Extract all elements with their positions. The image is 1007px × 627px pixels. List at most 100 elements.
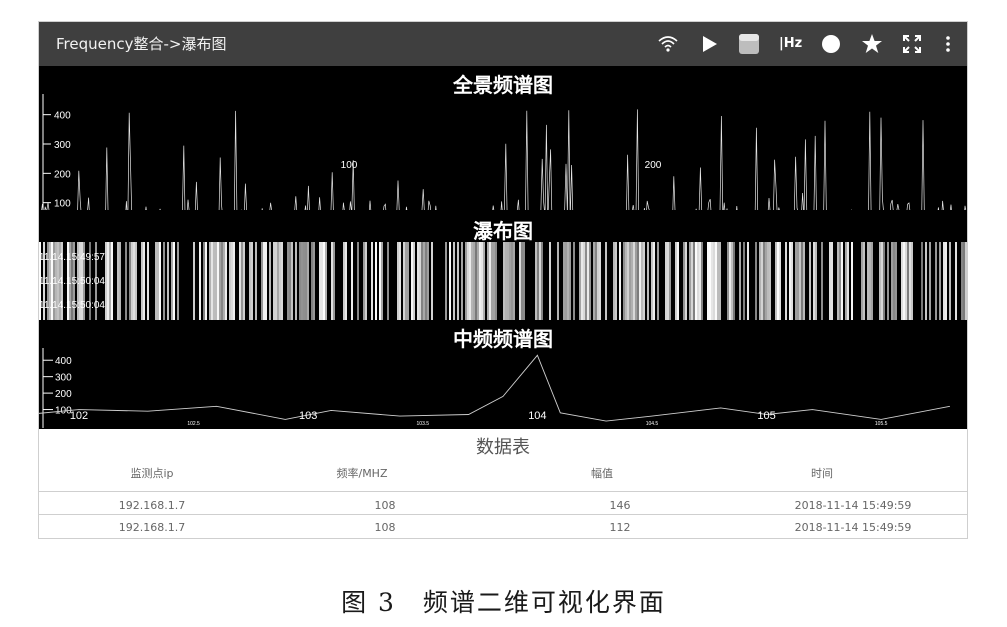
- waterfall-stripe: [739, 242, 741, 320]
- waterfall-stripe: [899, 242, 901, 320]
- waterfall-stripe: [227, 242, 229, 320]
- waterfall-stripe: [263, 242, 265, 320]
- waterfall-stripe: [647, 242, 649, 320]
- waterfall-stripe: [959, 242, 961, 320]
- waterfall-stripe: [151, 242, 153, 320]
- waterfall-stripe: [335, 242, 337, 320]
- waterfall-stripe: [189, 242, 191, 320]
- waterfall-stripe: [169, 242, 171, 320]
- waterfall-stripe: [695, 242, 697, 320]
- play-icon[interactable]: [698, 33, 720, 55]
- waterfall-stripe: [931, 242, 933, 320]
- waterfall-stripe: [205, 242, 207, 320]
- wifi-icon[interactable]: [657, 33, 679, 55]
- waterfall-stripe: [349, 242, 351, 320]
- square-icon[interactable]: [738, 33, 760, 55]
- waterfall-stripe: [859, 242, 861, 320]
- waterfall-stripe: [347, 242, 349, 320]
- waterfall-stripe: [507, 242, 509, 320]
- waterfall-stripe: [533, 242, 535, 320]
- waterfall-stripe: [495, 242, 497, 320]
- waterfall-stripe: [733, 242, 735, 320]
- waterfall-stripe: [407, 242, 409, 320]
- waterfall-stripe: [351, 242, 353, 320]
- waterfall-stripe: [541, 242, 543, 320]
- waterfall-stripe: [465, 242, 467, 320]
- waterfall-stripe: [919, 242, 921, 320]
- waterfall-stripe: [417, 242, 419, 320]
- waterfall-stripe: [941, 242, 943, 320]
- waterfall-stripe: [297, 242, 299, 320]
- waterfall-stripe: [517, 242, 519, 320]
- waterfall-stripe: [199, 242, 201, 320]
- waterfall-stripe: [947, 242, 949, 320]
- if-x-minor-label: 105.5: [875, 421, 888, 427]
- waterfall-stripe: [367, 242, 369, 320]
- waterfall-stripe: [129, 242, 131, 320]
- cell-frequency: 108: [374, 499, 396, 512]
- waterfall-stripe: [915, 242, 917, 320]
- waterfall-timestamp: 11.14.15:50:04: [39, 300, 105, 311]
- waterfall-stripe: [265, 242, 267, 320]
- waterfall-stripe: [235, 242, 237, 320]
- waterfall-stripe: [147, 242, 149, 320]
- hz-icon[interactable]: |Hz: [779, 33, 802, 55]
- waterfall-stripe: [283, 242, 285, 320]
- waterfall-stripe: [737, 242, 739, 320]
- waterfall-stripe: [705, 242, 707, 320]
- waterfall-stripe: [153, 242, 155, 320]
- waterfall-stripe: [661, 242, 663, 320]
- waterfall-stripe: [689, 242, 691, 320]
- waterfall-stripe: [743, 242, 745, 320]
- waterfall-stripe: [963, 242, 965, 320]
- fullscreen-icon[interactable]: [901, 33, 923, 55]
- waterfall-panel: 瀑布图 11.14.15:49:57 11.14.15:50:04 11.14.15…: [39, 210, 967, 320]
- waterfall-stripe: [961, 242, 963, 320]
- overview-x-tick-label: 100: [341, 160, 358, 171]
- waterfall-stripe: [325, 242, 327, 320]
- waterfall-stripe: [523, 242, 525, 320]
- waterfall-stripe: [529, 242, 531, 320]
- waterfall-stripe: [815, 242, 817, 320]
- more-icon[interactable]: [937, 33, 959, 55]
- waterfall-stripe: [573, 242, 575, 320]
- waterfall-stripe: [911, 242, 913, 320]
- row-divider: [39, 491, 967, 492]
- waterfall-stripe: [287, 242, 289, 320]
- waterfall-stripe: [201, 242, 203, 320]
- waterfall-stripe: [505, 242, 507, 320]
- waterfall-stripe: [671, 242, 673, 320]
- waterfall-stripe: [625, 242, 627, 320]
- if-x-tick-label: 105: [757, 410, 775, 422]
- waterfall-stripe: [583, 242, 585, 320]
- waterfall-stripe: [379, 242, 381, 320]
- waterfall-stripe: [881, 242, 883, 320]
- waterfall-stripe: [399, 242, 401, 320]
- cell-frequency: 108: [374, 521, 396, 534]
- waterfall-stripe: [455, 242, 457, 320]
- waterfall-stripe: [883, 242, 885, 320]
- star-icon[interactable]: [861, 33, 883, 55]
- if-y-tick-label: 200: [55, 389, 72, 400]
- waterfall-stripe: [627, 242, 629, 320]
- waterfall-stripe: [557, 242, 559, 320]
- waterfall-stripe: [261, 242, 263, 320]
- waterfall-stripe: [903, 242, 905, 320]
- waterfall-stripe: [231, 242, 233, 320]
- waterfall-stripe: [487, 242, 489, 320]
- record-icon[interactable]: [820, 33, 842, 55]
- waterfall-stripe: [591, 242, 593, 320]
- waterfall-stripe: [767, 242, 769, 320]
- waterfall-stripe: [459, 242, 461, 320]
- waterfall-stripe: [515, 242, 517, 320]
- waterfall-stripe: [425, 242, 427, 320]
- waterfall-stripe: [165, 242, 167, 320]
- waterfall-stripe: [753, 242, 755, 320]
- waterfall-stripe: [677, 242, 679, 320]
- waterfall-stripe: [935, 242, 937, 320]
- waterfall-stripe: [559, 242, 561, 320]
- waterfall-stripe: [307, 242, 309, 320]
- waterfall-stripe: [135, 242, 137, 320]
- waterfall-stripe: [285, 242, 287, 320]
- cell-amplitude: 112: [609, 521, 631, 534]
